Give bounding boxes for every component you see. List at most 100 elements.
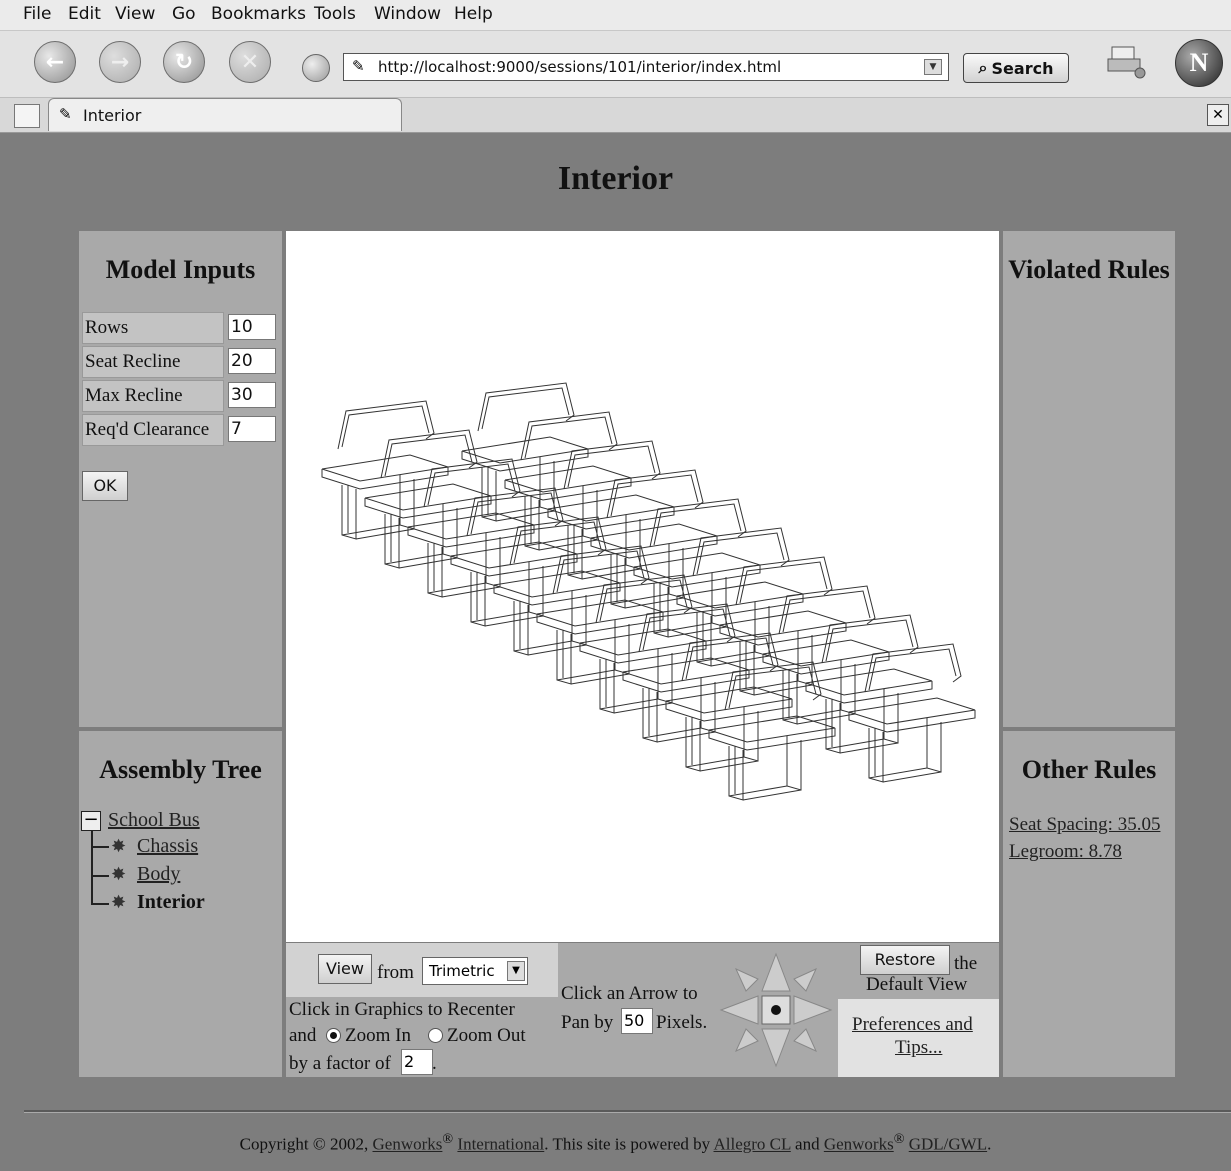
page-icon: ✎ — [352, 57, 365, 75]
page-icon: ✎ — [59, 105, 72, 123]
menu-edit[interactable]: Edit — [68, 4, 101, 24]
ok-button[interactable]: OK — [82, 471, 128, 501]
the-label: the — [954, 953, 978, 974]
navigation-toolbar: ← → ↻ ✕ ✎ http://localhost:9000/sessions… — [0, 31, 1231, 98]
zoom-out-label: Zoom Out — [447, 1025, 526, 1046]
back-button[interactable]: ← — [34, 41, 76, 83]
part-icon: ✸ — [111, 864, 127, 884]
seat-spacing-link[interactable]: Seat Spacing: 35.05 — [1009, 814, 1160, 836]
input-row-seat-recline: Seat Recline 20 — [82, 346, 278, 378]
seat-wireframe-drawing — [321, 382, 976, 801]
part-icon: ✸ — [111, 836, 127, 856]
model-inputs-title: Model Inputs — [105, 255, 256, 284]
allegro-link[interactable]: Allegro CL — [714, 1135, 791, 1154]
footer-divider — [24, 1110, 1231, 1113]
copyright-text: Copyright © 2002, — [239, 1134, 369, 1154]
menu-tools[interactable]: Tools — [314, 4, 356, 24]
genworks-link-2[interactable]: Genworks — [824, 1135, 894, 1154]
powered-text: . This site is powered by — [544, 1134, 711, 1154]
seat-recline-field[interactable]: 20 — [228, 348, 276, 374]
input-row-clearance: Req'd Clearance 7 — [82, 414, 278, 446]
tips-link[interactable]: Tips... — [895, 1037, 942, 1059]
menu-view[interactable]: View — [115, 4, 155, 24]
seat-recline-label: Seat Recline — [82, 346, 224, 378]
close-tab-icon[interactable]: ✕ — [1207, 104, 1229, 126]
url-text: http://localhost:9000/sessions/101/inter… — [378, 58, 782, 76]
menu-go[interactable]: Go — [172, 4, 196, 24]
new-tab-icon[interactable] — [14, 104, 40, 128]
forward-button[interactable]: → — [99, 41, 141, 83]
tree-node-interior: Interior — [137, 891, 205, 913]
preferences-link[interactable]: Preferences and — [852, 1014, 973, 1036]
chevron-down-icon: ▼ — [507, 961, 525, 981]
tree-line — [91, 846, 109, 848]
pan-text: Click an Arrow to — [561, 983, 698, 1004]
rows-label: Rows — [82, 312, 224, 344]
menu-file[interactable]: File — [23, 4, 51, 24]
menu-help[interactable]: Help — [454, 4, 493, 24]
view-select[interactable]: Trimetric ▼ — [422, 957, 528, 985]
input-row-rows: Rows 10 — [82, 312, 278, 344]
stop-icon: ✕ — [240, 49, 260, 75]
clearance-label: Req'd Clearance — [82, 414, 224, 446]
home-button[interactable] — [302, 54, 330, 82]
from-label: from — [377, 962, 414, 983]
pan-down-arrow-icon — [761, 1028, 791, 1068]
tree-node-chassis[interactable]: Chassis — [137, 835, 198, 858]
forward-arrow-icon: → — [110, 49, 130, 75]
max-recline-field[interactable]: 30 — [228, 382, 276, 408]
reload-icon: ↻ — [174, 49, 194, 75]
pan-up-left-arrow-icon — [734, 967, 759, 992]
tree-node-body[interactable]: Body — [137, 863, 180, 886]
url-bar[interactable]: ✎ http://localhost:9000/sessions/101/int… — [343, 53, 949, 81]
search-button[interactable]: ⌕ Search — [963, 53, 1069, 83]
pan-arrows[interactable] — [718, 951, 834, 1069]
reload-button[interactable]: ↻ — [163, 41, 205, 83]
default-view-label: Default View — [866, 974, 968, 995]
seat-frame — [848, 643, 976, 783]
tree-line — [91, 831, 93, 905]
stop-button[interactable]: ✕ — [229, 41, 271, 83]
footer-period: . — [987, 1134, 992, 1154]
registered-mark: ® — [893, 1131, 905, 1147]
tab-interior[interactable]: ✎ Interior — [48, 98, 402, 131]
genworks-link[interactable]: Genworks — [373, 1135, 443, 1154]
input-row-max-recline: Max Recline 30 — [82, 380, 278, 412]
registered-mark: ® — [442, 1131, 454, 1147]
gdl-link[interactable]: GDL/GWL — [909, 1135, 987, 1154]
view-select-value: Trimetric — [429, 962, 495, 980]
international-link[interactable]: International — [457, 1135, 544, 1154]
period-text: . — [432, 1053, 437, 1074]
other-rules-title: Other Rules — [1021, 755, 1157, 784]
chevron-down-icon[interactable]: ▼ — [924, 59, 942, 75]
tab-bar: ✎ Interior ✕ — [0, 98, 1231, 133]
collapse-icon[interactable]: − — [81, 811, 101, 831]
rows-field[interactable]: 10 — [228, 314, 276, 340]
menu-window[interactable]: Window — [374, 4, 441, 24]
graphics-viewport[interactable] — [286, 231, 999, 942]
zoom-in-radio[interactable] — [326, 1028, 341, 1043]
tab-label: Interior — [83, 106, 142, 125]
center-dot-icon — [771, 1005, 781, 1015]
clearance-field[interactable]: 7 — [228, 416, 276, 442]
tree-node-school-bus[interactable]: School Bus — [108, 809, 200, 832]
restore-button[interactable]: Restore — [860, 945, 950, 975]
pan-down-left-arrow-icon — [734, 1028, 759, 1053]
view-button[interactable]: View — [318, 954, 372, 984]
back-arrow-icon: ← — [45, 49, 65, 75]
search-label: Search — [991, 58, 1054, 78]
seat-frame — [708, 661, 836, 801]
zoom-factor-field[interactable]: 2 — [401, 1049, 433, 1075]
legroom-link[interactable]: Legroom: 8.78 — [1009, 841, 1122, 863]
pan-by-label: Pan by — [561, 1012, 614, 1033]
zoom-out-radio[interactable] — [428, 1028, 443, 1043]
print-icon[interactable] — [1106, 43, 1146, 79]
footer: Copyright © 2002, Genworks® Internationa… — [0, 1131, 1231, 1155]
pan-up-right-arrow-icon — [793, 967, 818, 992]
pan-right-arrow-icon — [793, 995, 833, 1025]
tree-line — [91, 875, 109, 877]
pan-up-arrow-icon — [761, 952, 791, 992]
pan-pixels-field[interactable]: 50 — [621, 1008, 653, 1034]
menu-bookmarks[interactable]: Bookmarks — [211, 4, 306, 24]
pan-down-right-arrow-icon — [793, 1028, 818, 1053]
